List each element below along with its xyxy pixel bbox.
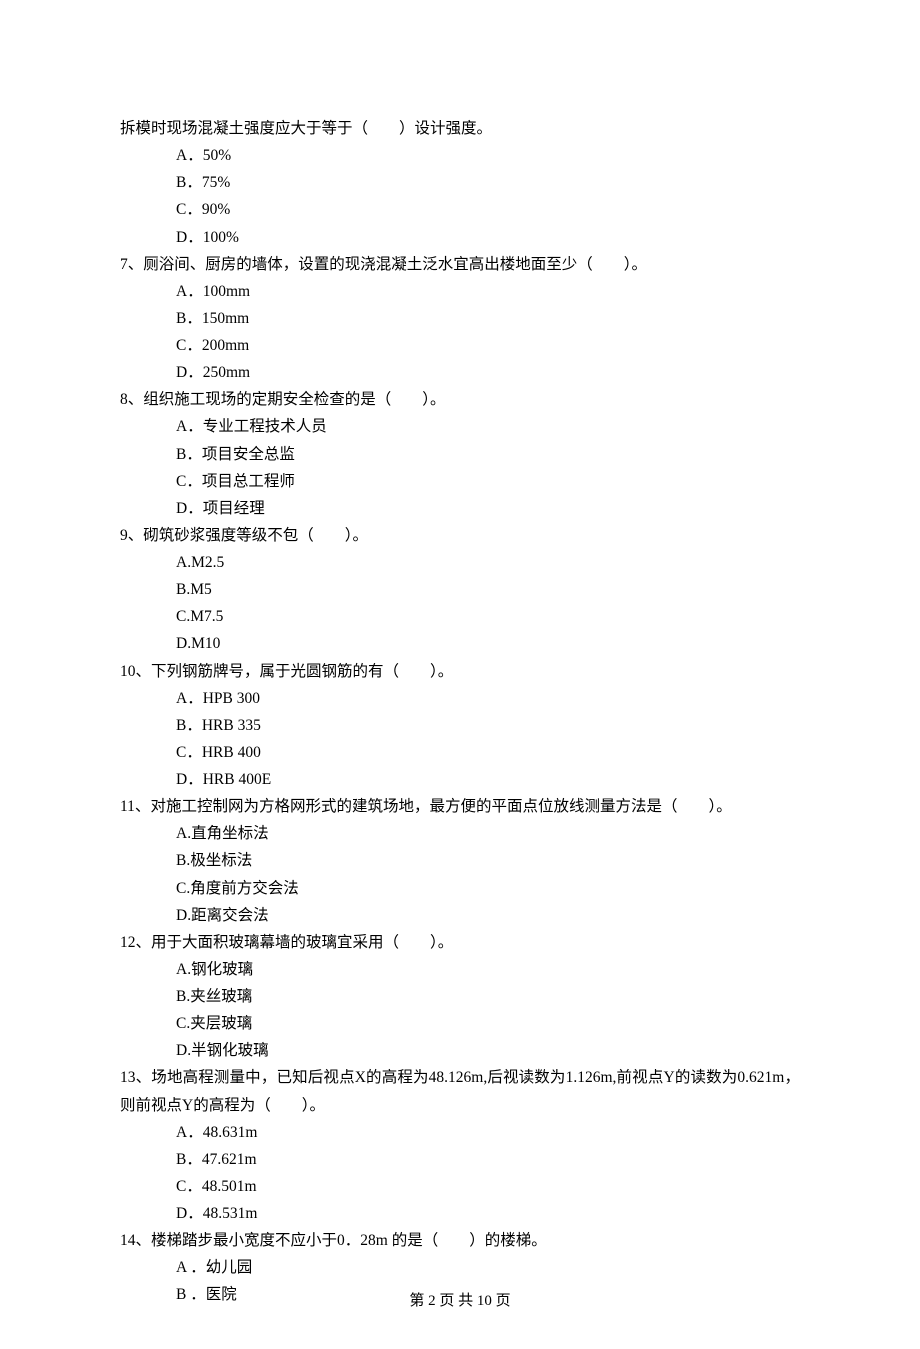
question-option: A．48.631m xyxy=(120,1119,800,1146)
question-option: B．75% xyxy=(120,169,800,196)
question-number: 8、 xyxy=(120,391,143,408)
question-option: B.夹丝玻璃 xyxy=(120,983,800,1010)
question-text: 组织施工现场的定期安全检查的是（ ）。 xyxy=(143,391,445,408)
question-stem: 9、砌筑砂浆强度等级不包（ ）。 xyxy=(120,522,800,549)
question-option: C．200mm xyxy=(120,332,800,359)
partial-question-stem: 拆模时现场混凝土强度应大于等于（ ）设计强度。 xyxy=(120,115,800,142)
question-option: B．47.621m xyxy=(120,1146,800,1173)
question-text: 厕浴间、厨房的墙体，设置的现浇混凝土泛水宜高出楼地面至少（ ）。 xyxy=(143,256,647,273)
question-option: A．HPB 300 xyxy=(120,685,800,712)
question-text: 用于大面积玻璃幕墙的玻璃宜采用（ ）。 xyxy=(151,934,453,951)
question-stem: 12、用于大面积玻璃幕墙的玻璃宜采用（ ）。 xyxy=(120,929,800,956)
question-option: C.角度前方交会法 xyxy=(120,875,800,902)
question-option: C．HRB 400 xyxy=(120,739,800,766)
question-number: 12、 xyxy=(120,934,151,951)
question-option: C．90% xyxy=(120,196,800,223)
question-stem: 11、对施工控制网为方格网形式的建筑场地，最方便的平面点位放线测量方法是（ ）。 xyxy=(120,793,800,820)
question-stem: 7、厕浴间、厨房的墙体，设置的现浇混凝土泛水宜高出楼地面至少（ ）。 xyxy=(120,251,800,278)
question-number: 10、 xyxy=(120,663,151,680)
question-text: 楼梯踏步最小宽度不应小于0．28m 的是（ ）的楼梯。 xyxy=(151,1232,547,1249)
question-option: C．项目总工程师 xyxy=(120,468,800,495)
page-footer: 第 2 页 共 10 页 xyxy=(0,1288,920,1314)
question-option: D．项目经理 xyxy=(120,495,800,522)
question-option: D．100% xyxy=(120,224,800,251)
question-option: D．48.531m xyxy=(120,1200,800,1227)
question-number: 7、 xyxy=(120,256,143,273)
question-stem: 8、组织施工现场的定期安全检查的是（ ）。 xyxy=(120,386,800,413)
question-stem: 10、下列钢筋牌号，属于光圆钢筋的有（ ）。 xyxy=(120,658,800,685)
question-option: B.M5 xyxy=(120,576,800,603)
question-option: A．50% xyxy=(120,142,800,169)
question-number: 13、 xyxy=(120,1069,151,1086)
question-option: A.钢化玻璃 xyxy=(120,956,800,983)
question-option: D.距离交会法 xyxy=(120,902,800,929)
question-option: C.夹层玻璃 xyxy=(120,1010,800,1037)
question-option: A ．幼儿园 xyxy=(120,1254,800,1281)
question-option: D．250mm xyxy=(120,359,800,386)
question-option: D.M10 xyxy=(120,630,800,657)
question-stem: 13、场地高程测量中，已知后视点X的高程为48.126m,后视读数为1.126m… xyxy=(120,1064,800,1118)
question-text: 砌筑砂浆强度等级不包（ ）。 xyxy=(143,527,368,544)
question-option: A.直角坐标法 xyxy=(120,820,800,847)
question-option: B.极坐标法 xyxy=(120,847,800,874)
question-option: B．HRB 335 xyxy=(120,712,800,739)
question-option: D．HRB 400E xyxy=(120,766,800,793)
question-text: 对施工控制网为方格网形式的建筑场地，最方便的平面点位放线测量方法是（ ）。 xyxy=(150,798,731,815)
question-text: 场地高程测量中，已知后视点X的高程为48.126m,后视读数为1.126m,前视… xyxy=(120,1069,800,1113)
question-number: 14、 xyxy=(120,1232,151,1249)
question-text: 下列钢筋牌号，属于光圆钢筋的有（ ）。 xyxy=(151,663,453,680)
question-option: D.半钢化玻璃 xyxy=(120,1037,800,1064)
page-container: 拆模时现场混凝土强度应大于等于（ ）设计强度。 A．50% B．75% C．90… xyxy=(0,0,920,1349)
question-option: A.M2.5 xyxy=(120,549,800,576)
question-option: C．48.501m xyxy=(120,1173,800,1200)
question-number: 9、 xyxy=(120,527,143,544)
question-option: A．100mm xyxy=(120,278,800,305)
question-option: B．150mm xyxy=(120,305,800,332)
question-stem: 14、楼梯踏步最小宽度不应小于0．28m 的是（ ）的楼梯。 xyxy=(120,1227,800,1254)
question-number: 11、 xyxy=(120,798,150,815)
question-option: B．项目安全总监 xyxy=(120,441,800,468)
question-option: A．专业工程技术人员 xyxy=(120,413,800,440)
question-option: C.M7.5 xyxy=(120,603,800,630)
